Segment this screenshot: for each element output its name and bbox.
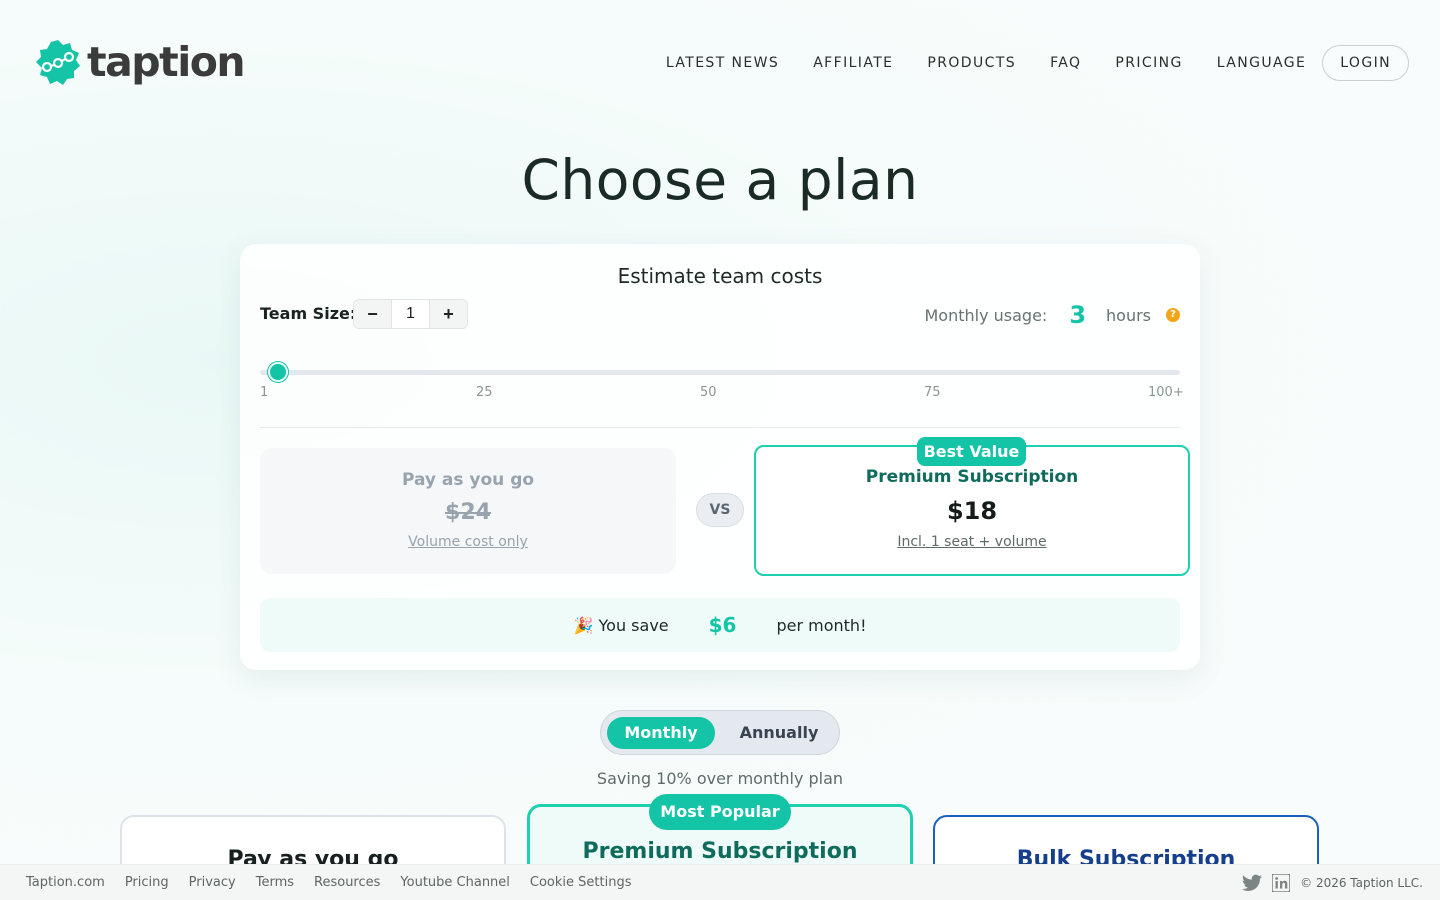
logo-icon xyxy=(36,40,80,85)
payg-estimate-price: $24 xyxy=(445,500,491,525)
footer-link-cookie-settings[interactable]: Cookie Settings xyxy=(530,875,632,890)
nav-affiliate[interactable]: AFFILIATE xyxy=(813,46,893,80)
slider-tick-100: 100+ xyxy=(1148,385,1184,400)
slider-tick-75: 75 xyxy=(924,385,941,400)
taption-logo[interactable]: taption xyxy=(34,37,246,86)
footer-link-privacy[interactable]: Privacy xyxy=(189,875,236,890)
team-size-stepper: − + xyxy=(353,299,468,329)
page-title: Choose a plan xyxy=(521,148,919,212)
nav-faq[interactable]: FAQ xyxy=(1050,46,1081,80)
footer-link-terms[interactable]: Terms xyxy=(256,875,294,890)
decrement-button[interactable]: − xyxy=(354,300,392,328)
team-cost-estimator: Estimate team costs Team Size: − + Month… xyxy=(240,244,1200,670)
nav-products[interactable]: PRODUCTS xyxy=(927,46,1016,80)
copyright-text: © 2026 Taption LLC. xyxy=(1300,876,1423,890)
increment-button[interactable]: + xyxy=(429,300,467,328)
team-size-input[interactable] xyxy=(392,300,429,328)
footer-link-resources[interactable]: Resources xyxy=(314,875,380,890)
monthly-toggle-button[interactable]: Monthly xyxy=(607,717,715,749)
annually-toggle-button[interactable]: Annually xyxy=(725,717,833,749)
team-size-slider-thumb[interactable] xyxy=(268,362,288,382)
savings-prefix: 🎉 You save xyxy=(573,615,669,635)
best-value-badge: Best Value xyxy=(917,437,1026,466)
help-icon[interactable]: ? xyxy=(1166,308,1180,322)
plan-name-premium: Premium Subscription xyxy=(582,839,858,864)
most-popular-badge: Most Popular xyxy=(649,794,791,830)
footer-link-youtube[interactable]: Youtube Channel xyxy=(400,875,510,890)
login-button[interactable]: LOGIN xyxy=(1322,45,1409,81)
annual-saving-note: Saving 10% over monthly plan xyxy=(596,769,844,788)
site-footer: Taption.com Pricing Privacy Terms Resour… xyxy=(0,864,1440,900)
footer-link-pricing[interactable]: Pricing xyxy=(125,875,169,890)
slider-tick-1: 1 xyxy=(260,385,269,400)
usage-value: 3 xyxy=(1069,301,1087,329)
billing-period-toggle: Monthly Annually xyxy=(600,710,840,755)
team-size-slider-track[interactable] xyxy=(260,370,1180,375)
logo-text: taption xyxy=(87,37,246,86)
team-size-label: Team Size: xyxy=(260,304,357,323)
vs-badge: VS xyxy=(696,493,744,527)
divider xyxy=(260,427,1180,428)
savings-banner: 🎉 You save $6 per month! xyxy=(260,598,1180,652)
payg-estimate-note: Volume cost only xyxy=(408,534,528,550)
nav-pricing[interactable]: PRICING xyxy=(1115,46,1182,80)
savings-amount: $6 xyxy=(708,613,737,637)
slider-tick-25: 25 xyxy=(476,385,493,400)
savings-suffix: per month! xyxy=(776,615,867,635)
monthly-usage: Monthly usage: 3 hours ? xyxy=(924,299,1180,331)
usage-label: Monthly usage: xyxy=(924,305,1048,325)
payg-estimate-card: Pay as you go $24 Volume cost only xyxy=(260,448,676,574)
footer-right: © 2026 Taption LLC. xyxy=(1242,865,1423,900)
payg-estimate-title: Pay as you go xyxy=(401,470,535,490)
usage-unit: hours xyxy=(1106,305,1151,325)
nav-language[interactable]: LANGUAGE xyxy=(1217,46,1307,80)
premium-estimate-price: $18 xyxy=(946,497,998,525)
main-nav: LATEST NEWS AFFILIATE PRODUCTS FAQ PRICI… xyxy=(632,45,1409,81)
site-header: taption LATEST NEWS AFFILIATE PRODUCTS F… xyxy=(0,0,1440,125)
linkedin-icon[interactable] xyxy=(1271,873,1291,893)
slider-tick-50: 50 xyxy=(700,385,717,400)
premium-estimate-title: Premium Subscription xyxy=(865,467,1079,487)
nav-latest-news[interactable]: LATEST NEWS xyxy=(666,46,779,80)
estimator-title: Estimate team costs xyxy=(617,264,823,288)
footer-link-taption[interactable]: Taption.com xyxy=(26,875,105,890)
premium-estimate-note: Incl. 1 seat + volume xyxy=(897,534,1047,550)
twitter-icon[interactable] xyxy=(1242,873,1263,893)
